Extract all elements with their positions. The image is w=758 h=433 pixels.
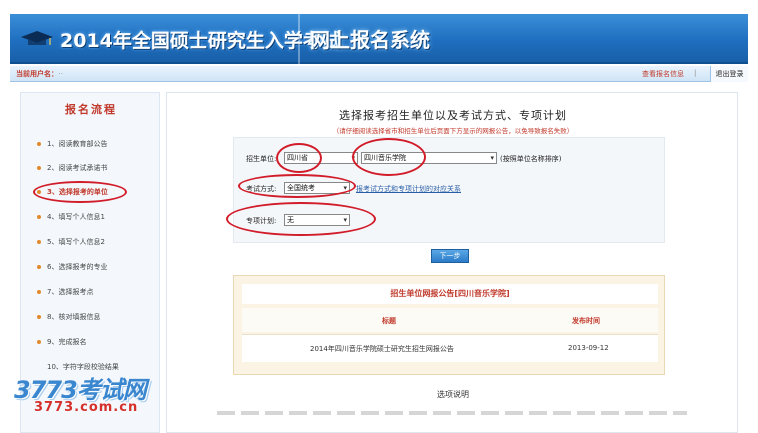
- step-item[interactable]: 8、核对填报信息: [37, 312, 100, 326]
- bullet-icon: [37, 240, 41, 244]
- step-item[interactable]: 2、阅读考试承诺书: [37, 163, 107, 177]
- current-user: 当前用户名： ··: [16, 69, 63, 79]
- warning-hint: （请仔细阅读选择省市和招生单位后页面下方显示的网报公告，以免导致报名失败）: [332, 127, 574, 135]
- options-explanation-heading: 选项说明: [437, 390, 469, 399]
- view-registration-link[interactable]: 查看报名信息: [642, 69, 684, 79]
- col-title: 标题: [382, 317, 396, 325]
- bullet-icon: [37, 290, 41, 294]
- userbar-separator: |: [694, 69, 697, 77]
- logout-button[interactable]: 退出登录: [710, 66, 748, 82]
- system-title: 网上报名系统: [310, 28, 430, 52]
- step-item[interactable]: 7、选择报考点: [37, 287, 93, 301]
- step-item[interactable]: 1、阅读教育部公告: [37, 139, 107, 153]
- next-button[interactable]: 下一步: [431, 249, 469, 263]
- plan-label: 专项计划:: [246, 217, 277, 225]
- graduation-cap-icon: [21, 31, 53, 45]
- unit-label: 招生单位:: [246, 155, 277, 163]
- school-select[interactable]: 四川音乐学院: [361, 152, 497, 164]
- exam-row: 考试方式: 全国统考 报考试方式和专项计划的对应关系: [234, 182, 666, 196]
- page-title: 选择报考招生单位以及考试方式、专项计划: [339, 109, 567, 122]
- current-user-label: 当前用户名：: [16, 70, 55, 78]
- exam-label: 考试方式:: [246, 185, 277, 193]
- step-item-active[interactable]: 3、选择报考的单位: [37, 187, 108, 201]
- truncated-text-line: [217, 411, 687, 415]
- step-item[interactable]: 5、填写个人信息2: [37, 237, 105, 251]
- table-row[interactable]: 2014年四川音乐学院硕士研究生招生网报公告 2013-09-12: [242, 334, 658, 362]
- notice-table-header: 标题 发布时间: [242, 308, 658, 332]
- notice-date: 2013-09-12: [568, 344, 609, 352]
- bullet-icon: [37, 315, 41, 319]
- watermark-url: 3773.com.cn: [34, 400, 139, 415]
- col-time: 发布时间: [572, 317, 600, 325]
- step-item[interactable]: 9、完成报名: [37, 337, 86, 351]
- step-item[interactable]: 6、选择报考的专业: [37, 262, 107, 276]
- bullet-icon: [37, 190, 41, 194]
- bullet-icon: [37, 142, 41, 146]
- current-user-value: ··: [58, 70, 63, 78]
- bullet-icon: [37, 166, 41, 170]
- banner-divider: [298, 14, 300, 64]
- selection-form: 招生单位: 四川省 四川音乐学院 (按照单位名称排序) 考试方式: 全国统考 报…: [226, 137, 666, 243]
- notice-heading: 招生单位网报公告[四川音乐学院]: [242, 284, 658, 304]
- exam-select[interactable]: 全国统考: [284, 182, 350, 194]
- unit-row: 招生单位: 四川省 四川音乐学院 (按照单位名称排序): [234, 152, 666, 166]
- sidebar-heading: 报名流程: [65, 103, 117, 116]
- plan-row: 专项计划: 无: [234, 214, 666, 228]
- bullet-icon: [37, 215, 41, 219]
- bullet-icon: [37, 265, 41, 269]
- site-watermark: 3773考试网 3773.com.cn: [14, 370, 184, 430]
- sort-hint: (按照单位名称排序): [500, 155, 562, 163]
- exam-relation-link[interactable]: 报考试方式和专项计划的对应关系: [356, 184, 461, 194]
- province-select[interactable]: 四川省: [284, 152, 358, 164]
- header-banner: 2014年全国硕士研究生入学考试 网上报名系统: [10, 14, 748, 64]
- step-item[interactable]: 4、填写个人信息1: [37, 212, 105, 226]
- notice-panel: 招生单位网报公告[四川音乐学院] 标题 发布时间 2014年四川音乐学院硕士研究…: [233, 275, 665, 375]
- user-bar: 当前用户名： ·· 查看报名信息 | 退出登录: [10, 66, 748, 82]
- main-panel: 选择报考招生单位以及考试方式、专项计划 （请仔细阅读选择省市和招生单位后页面下方…: [166, 92, 738, 433]
- bullet-icon: [37, 340, 41, 344]
- plan-select[interactable]: 无: [284, 214, 350, 226]
- notice-title-link[interactable]: 2014年四川音乐学院硕士研究生招生网报公告: [310, 344, 454, 354]
